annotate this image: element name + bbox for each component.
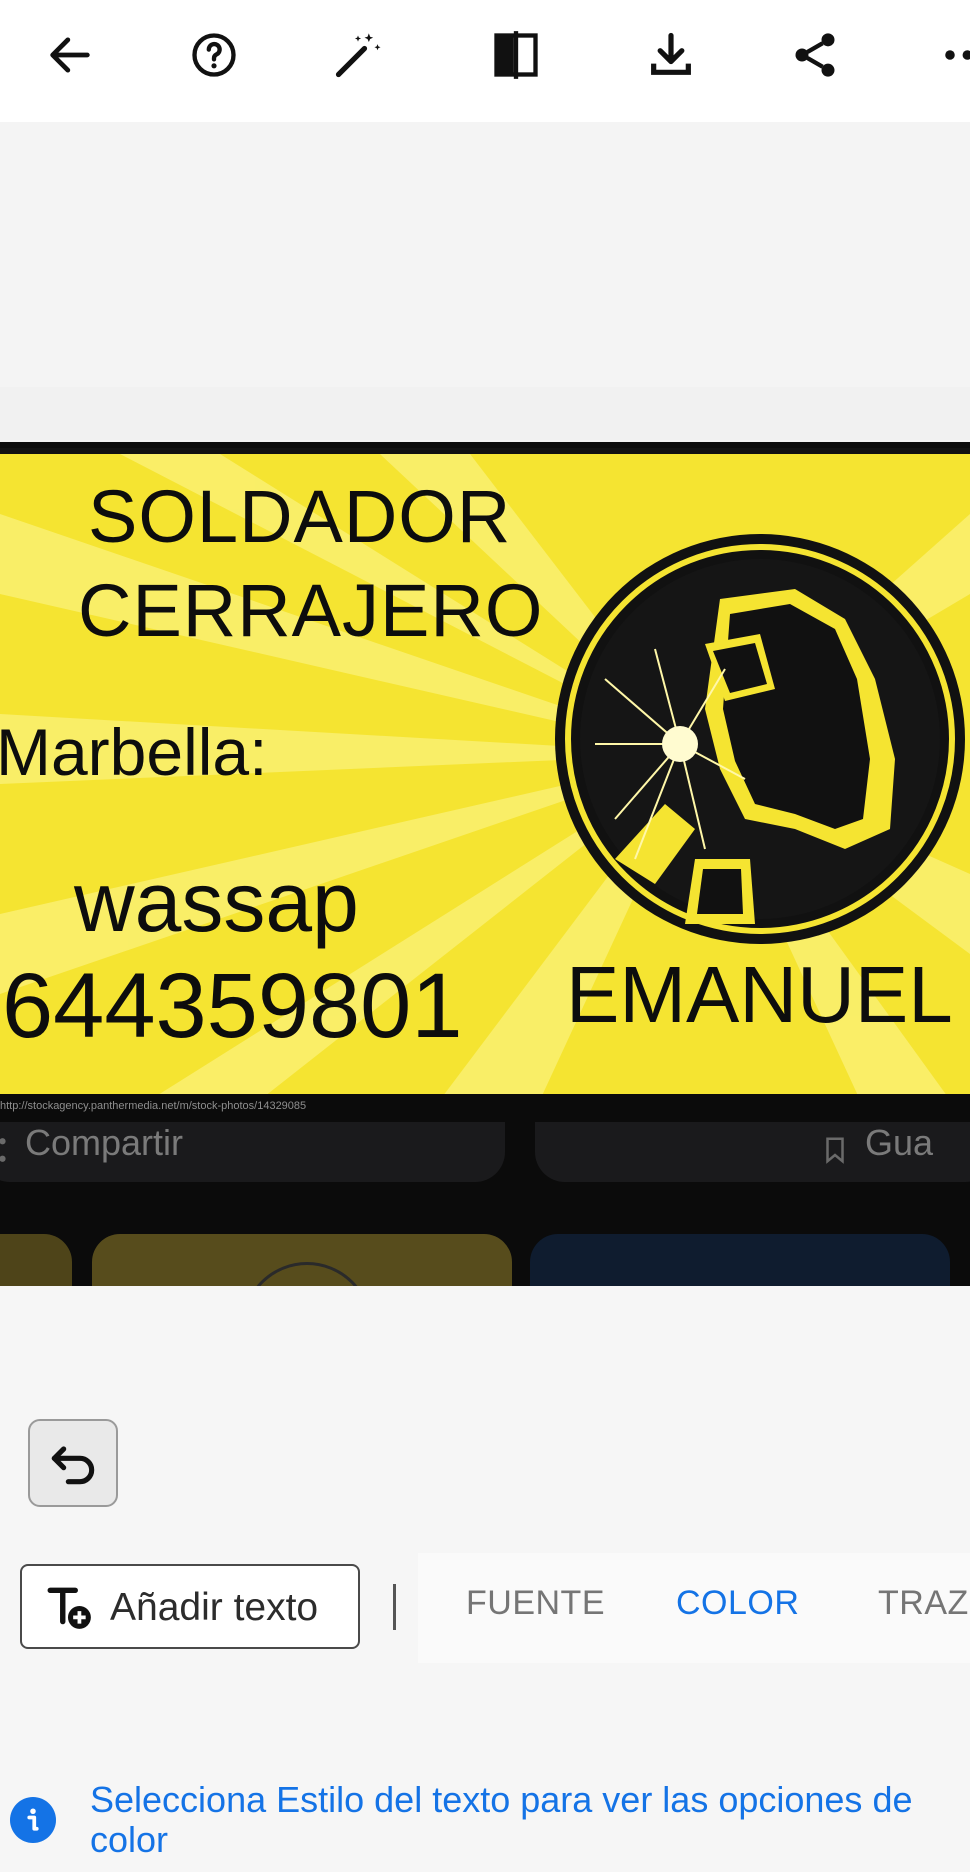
edited-photo[interactable]: SOLDADOR CERRAJERO Marbella: wassap 6443… bbox=[0, 442, 970, 1286]
info-icon bbox=[10, 1797, 56, 1843]
tab-color[interactable]: COLOR bbox=[676, 1584, 799, 1623]
help-icon[interactable] bbox=[179, 20, 249, 90]
overlay-save-label: Gua bbox=[865, 1122, 934, 1163]
download-icon[interactable] bbox=[636, 20, 706, 90]
card-city: Marbella: bbox=[0, 715, 268, 789]
overlay-share-label: Compartir bbox=[25, 1122, 184, 1163]
card-wassap: wassap bbox=[74, 855, 359, 949]
toolbar-divider bbox=[393, 1584, 396, 1630]
share-small-icon bbox=[0, 1138, 6, 1162]
add-text-icon bbox=[47, 1587, 91, 1629]
card-phone: 644359801 bbox=[2, 955, 463, 1057]
undo-button[interactable] bbox=[28, 1419, 118, 1507]
welder-emblem bbox=[555, 534, 965, 944]
card-title-line1: SOLDADOR bbox=[88, 475, 512, 558]
photo-editor-screen: SOLDADOR CERRAJERO Marbella: wassap 6443… bbox=[0, 0, 970, 1872]
business-card-image: SOLDADOR CERRAJERO Marbella: wassap 6443… bbox=[0, 448, 970, 1094]
info-message: Selecciona Estilo del texto para ver las… bbox=[90, 1779, 913, 1860]
overlay-save-pill: Gua bbox=[535, 1122, 970, 1182]
thumbnail bbox=[92, 1234, 512, 1286]
card-title-line2: CERRAJERO bbox=[78, 569, 544, 652]
bookmark-icon bbox=[826, 1137, 844, 1164]
top-toolbar bbox=[0, 0, 970, 122]
add-text-label: Añadir texto bbox=[110, 1586, 319, 1629]
undo-icon bbox=[51, 1446, 95, 1485]
tab-stroke[interactable]: TRAZO bbox=[878, 1584, 970, 1623]
more-icon[interactable] bbox=[928, 20, 970, 90]
compare-icon[interactable] bbox=[481, 20, 551, 90]
add-text-button[interactable]: Añadir texto bbox=[20, 1564, 360, 1649]
canvas-background bbox=[0, 122, 970, 387]
tab-font[interactable]: FUENTE bbox=[466, 1584, 605, 1623]
thumbnail bbox=[530, 1234, 950, 1286]
share-icon[interactable] bbox=[780, 20, 850, 90]
canvas-band bbox=[0, 387, 970, 442]
thumbnail bbox=[0, 1234, 72, 1286]
magic-wand-icon[interactable] bbox=[323, 20, 393, 90]
back-arrow-icon[interactable] bbox=[35, 20, 105, 90]
watermark-url: http://stockagency.panthermedia.net/m/st… bbox=[0, 1100, 307, 1112]
overlay-share-pill: Compartir bbox=[0, 1122, 505, 1182]
card-name: EMANUEL bbox=[566, 950, 953, 1039]
